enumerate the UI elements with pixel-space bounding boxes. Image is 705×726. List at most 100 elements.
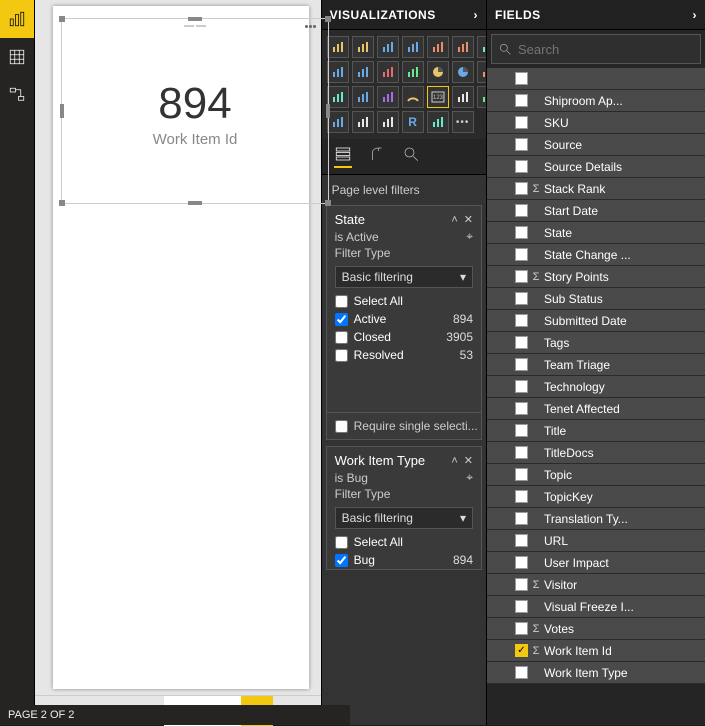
viz-type-bar[interactable]	[352, 36, 374, 58]
viz-type-multi-card[interactable]	[452, 86, 474, 108]
viz-type-donut[interactable]	[452, 61, 474, 83]
field-checkbox[interactable]	[515, 336, 528, 349]
field-row[interactable]: Translation Ty...	[487, 508, 705, 530]
filter-value-checkbox[interactable]	[335, 313, 348, 326]
viz-type-stacked-bar[interactable]	[327, 36, 349, 58]
data-view-button[interactable]	[0, 38, 34, 76]
viz-type-treemap[interactable]	[477, 61, 487, 83]
field-row[interactable]: Sub Status	[487, 288, 705, 310]
field-checkbox[interactable]	[515, 72, 528, 85]
field-checkbox[interactable]	[515, 182, 528, 195]
filter-value-checkbox[interactable]	[335, 536, 348, 549]
collapse-filter-icon[interactable]: ˄	[451, 214, 457, 226]
field-checkbox[interactable]	[515, 314, 528, 327]
viz-type-filled-map[interactable]	[352, 86, 374, 108]
field-row[interactable]: Start Date	[487, 200, 705, 222]
viz-type-more[interactable]: •••	[452, 111, 474, 133]
canvas-page[interactable]: 894 Work Item Id	[53, 6, 309, 689]
viz-type-line[interactable]	[427, 36, 449, 58]
field-checkbox[interactable]	[515, 402, 528, 415]
field-row[interactable]: ΣStory Points	[487, 266, 705, 288]
field-checkbox[interactable]	[515, 644, 528, 657]
field-row[interactable]: Tags	[487, 332, 705, 354]
field-row[interactable]: User Impact	[487, 552, 705, 574]
field-row[interactable]: Shiproom Ap...	[487, 90, 705, 112]
field-row[interactable]: ΣStack Rank	[487, 178, 705, 200]
field-checkbox[interactable]	[515, 578, 528, 591]
fields-tab[interactable]	[334, 145, 352, 168]
field-checkbox[interactable]	[515, 138, 528, 151]
remove-filter-icon[interactable]: ✕	[464, 213, 473, 226]
field-row[interactable]	[487, 68, 705, 90]
field-row[interactable]: Topic	[487, 464, 705, 486]
filter-value-checkbox[interactable]	[335, 295, 348, 308]
filter-value-row[interactable]: Closed3905	[327, 328, 481, 346]
filter-type-select[interactable]: Basic filtering ▾	[335, 507, 473, 529]
field-checkbox[interactable]	[515, 666, 528, 679]
field-row[interactable]: ΣWork Item Id	[487, 640, 705, 662]
card-more-menu[interactable]	[305, 25, 316, 28]
collapse-filter-icon[interactable]: ˄	[451, 455, 457, 467]
drag-handle-icon[interactable]	[184, 25, 206, 30]
collapse-viz-icon[interactable]: ›	[474, 8, 479, 22]
field-row[interactable]: Submitted Date	[487, 310, 705, 332]
viz-type-gauge[interactable]	[402, 86, 424, 108]
filter-type-select[interactable]: Basic filtering ▾	[335, 266, 473, 288]
collapse-fields-icon[interactable]: ›	[693, 8, 698, 22]
field-row[interactable]: Team Triage	[487, 354, 705, 376]
require-single-checkbox[interactable]	[335, 420, 348, 433]
field-checkbox[interactable]	[515, 424, 528, 437]
filter-value-row[interactable]: Resolved53	[327, 346, 481, 364]
viz-type-line-clustered[interactable]	[327, 61, 349, 83]
field-checkbox[interactable]	[515, 622, 528, 635]
field-checkbox[interactable]	[515, 556, 528, 569]
viz-type-funnel[interactable]	[377, 86, 399, 108]
field-row[interactable]: Work Item Type	[487, 662, 705, 684]
field-row[interactable]: URL	[487, 530, 705, 552]
format-tab[interactable]	[368, 145, 386, 168]
field-checkbox[interactable]	[515, 600, 528, 613]
search-input[interactable]	[518, 42, 694, 57]
field-row[interactable]: Technology	[487, 376, 705, 398]
field-checkbox[interactable]	[515, 446, 528, 459]
field-checkbox[interactable]	[515, 292, 528, 305]
viz-type-ribbon[interactable]	[477, 36, 487, 58]
field-row[interactable]: SKU	[487, 112, 705, 134]
field-checkbox[interactable]	[515, 490, 528, 503]
fields-search[interactable]	[491, 34, 701, 64]
field-row[interactable]: State Change ...	[487, 244, 705, 266]
filter-value-checkbox[interactable]	[335, 349, 348, 362]
clear-filter-icon[interactable]: ⌖	[466, 470, 473, 485]
viz-type-clustered-column[interactable]	[377, 36, 399, 58]
field-row[interactable]: TitleDocs	[487, 442, 705, 464]
analytics-tab[interactable]	[402, 145, 420, 168]
field-row[interactable]: Source Details	[487, 156, 705, 178]
field-checkbox[interactable]	[515, 226, 528, 239]
field-row[interactable]: Source	[487, 134, 705, 156]
field-checkbox[interactable]	[515, 380, 528, 393]
viz-type-r-visual[interactable]: R	[402, 111, 424, 133]
viz-type-card[interactable]: 123	[427, 86, 449, 108]
filter-value-row[interactable]: Select All	[327, 292, 481, 310]
filter-value-row[interactable]: Select All	[327, 533, 481, 551]
viz-type-stacked-column[interactable]	[402, 36, 424, 58]
field-checkbox[interactable]	[515, 204, 528, 217]
remove-filter-icon[interactable]: ✕	[464, 454, 473, 467]
viz-type-table[interactable]	[352, 111, 374, 133]
field-row[interactable]: ΣVotes	[487, 618, 705, 640]
field-checkbox[interactable]	[515, 358, 528, 371]
filter-value-checkbox[interactable]	[335, 554, 348, 567]
field-checkbox[interactable]	[515, 534, 528, 547]
field-checkbox[interactable]	[515, 116, 528, 129]
field-checkbox[interactable]	[515, 512, 528, 525]
viz-type-scatter[interactable]	[402, 61, 424, 83]
filter-value-row[interactable]: Bug894	[327, 551, 481, 569]
field-checkbox[interactable]	[515, 94, 528, 107]
field-checkbox[interactable]	[515, 270, 528, 283]
viz-type-pie[interactable]	[427, 61, 449, 83]
model-view-button[interactable]	[0, 76, 34, 114]
viz-type-area[interactable]	[452, 36, 474, 58]
field-row[interactable]: ΣVisitor	[487, 574, 705, 596]
report-view-button[interactable]	[0, 0, 34, 38]
field-row[interactable]: Tenet Affected	[487, 398, 705, 420]
